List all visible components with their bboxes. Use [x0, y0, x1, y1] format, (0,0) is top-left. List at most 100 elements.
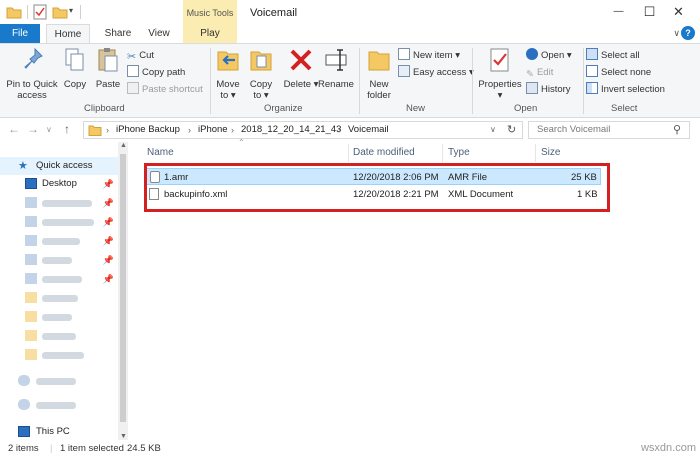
open-button[interactable]: Open ▾	[526, 48, 572, 64]
edit-button[interactable]: ✎ Edit	[526, 65, 553, 81]
paste-shortcut-icon	[127, 82, 139, 94]
desktop-icon	[25, 178, 37, 189]
address-bar[interactable]: › iPhone Backup › iPhone › 2018_12_20_14…	[83, 121, 523, 139]
organize-group-label: Organize	[264, 103, 303, 114]
breadcrumb-voicemail[interactable]: Voicemail	[348, 122, 389, 138]
new-item-icon	[398, 48, 410, 60]
blurred-folder-icon	[25, 349, 37, 360]
move-to-button[interactable]: Move to ▾	[213, 46, 243, 101]
cut-label: Cut	[139, 50, 155, 61]
copy-button[interactable]: Copy	[60, 46, 90, 90]
copy-to-button[interactable]: Copy to ▾	[246, 46, 276, 101]
highlight-box	[144, 163, 610, 212]
delete-button[interactable]: Delete ▾	[283, 46, 319, 90]
selected-size: 24.5 KB	[127, 443, 161, 454]
open-icon	[526, 48, 538, 60]
this-pc-label: This PC	[36, 426, 70, 437]
nav-blurred-item[interactable]	[0, 327, 118, 345]
scroll-down-icon[interactable]: ▼	[120, 433, 127, 440]
select-all-label: Select all	[601, 50, 640, 61]
nav-blurred-item[interactable]: 📌	[0, 194, 118, 212]
tab-share[interactable]: Share	[98, 24, 138, 43]
recent-dropdown-icon[interactable]: ∨	[46, 125, 52, 134]
address-dropdown-icon[interactable]: ∨	[490, 122, 496, 138]
column-header-size[interactable]: Size	[541, 147, 560, 158]
tab-home[interactable]: Home	[46, 24, 90, 43]
select-all-icon	[586, 48, 598, 60]
search-input[interactable]: Search Voicemail	[528, 121, 690, 139]
navigation-pane: ★ Quick access Desktop 📌 📌 📌 📌 📌 📌 This …	[0, 150, 128, 440]
edit-pencil-icon: ✎	[526, 69, 534, 80]
blurred-user-icon	[18, 399, 30, 410]
help-icon[interactable]: ?	[681, 26, 695, 40]
new-folder-button[interactable]: New folder	[362, 46, 396, 101]
select-all-button[interactable]: Select all	[586, 48, 640, 64]
paste-label: Paste	[95, 79, 121, 90]
nav-blurred-item[interactable]: 📌	[0, 251, 118, 269]
nav-scrollbar[interactable]: ▲ ▼	[118, 142, 128, 440]
refresh-icon[interactable]: ↻	[507, 122, 516, 138]
nav-blurred-item[interactable]: 📌	[0, 213, 118, 231]
blurred-folder-icon	[25, 197, 37, 208]
tab-view[interactable]: View	[140, 24, 178, 43]
properties-qa-icon[interactable]	[33, 4, 47, 20]
new-folder-line2: folder	[367, 90, 391, 101]
tab-play[interactable]: Play	[183, 24, 237, 43]
nav-desktop[interactable]: Desktop 📌	[0, 175, 118, 193]
rename-button[interactable]: Rename	[318, 46, 354, 90]
nav-this-pc[interactable]: This PC	[0, 423, 118, 441]
nav-blurred-item[interactable]	[0, 396, 118, 414]
blurred-cloud-icon	[18, 375, 30, 386]
up-arrow-icon[interactable]: ↑	[64, 122, 70, 136]
breadcrumb-iphone-backup[interactable]: iPhone Backup	[116, 122, 180, 138]
invert-selection-button[interactable]: Invert selection	[586, 82, 665, 98]
new-folder-qa-icon[interactable]	[52, 4, 68, 20]
properties-line2: ▾	[497, 90, 503, 101]
forward-arrow-icon[interactable]: →	[27, 122, 39, 136]
copy-icon	[65, 48, 84, 71]
pinned-icon: 📌	[102, 274, 114, 284]
nav-blurred-item[interactable]: 📌	[0, 270, 118, 288]
breadcrumb-iphone[interactable]: iPhone	[198, 122, 228, 138]
paste-button[interactable]: Paste	[93, 46, 123, 90]
paste-shortcut-button[interactable]: Paste shortcut	[127, 82, 203, 98]
easy-access-button[interactable]: Easy access ▾	[398, 65, 474, 81]
address-folder-icon	[88, 125, 102, 136]
properties-button[interactable]: Properties ▾	[475, 46, 525, 101]
column-header-name[interactable]: Name	[147, 147, 174, 158]
file-list: ⌃ Name Date modified Type Size 1.amr 12/…	[130, 138, 700, 440]
window-title: Voicemail	[250, 7, 298, 19]
pinned-icon: 📌	[102, 236, 114, 246]
rename-label: Rename	[318, 79, 354, 90]
open-group-label: Open	[514, 103, 538, 114]
cut-button[interactable]: ✂ Cut	[127, 48, 154, 64]
back-arrow-icon[interactable]: ←	[8, 122, 20, 136]
pin-to-quick-access-button[interactable]: Pin to Quick access	[3, 46, 61, 101]
copy-path-button[interactable]: Copy path	[127, 65, 185, 81]
nav-blurred-item[interactable]	[0, 346, 118, 364]
customize-qa-dropdown[interactable]: ▾	[69, 6, 73, 22]
new-folder-line1: New	[369, 79, 389, 90]
tab-file[interactable]: File	[0, 24, 40, 43]
nav-quick-access[interactable]: ★ Quick access	[0, 157, 118, 175]
collapse-ribbon-icon[interactable]: ∨	[673, 28, 680, 39]
paste-shortcut-label: Paste shortcut	[142, 84, 203, 95]
history-button[interactable]: History	[526, 82, 571, 98]
file-explorer-window: ▾ Music Tools Voicemail — ☐ ✕ File Home …	[0, 0, 700, 459]
music-tools-context-label: Music Tools	[183, 0, 237, 24]
nav-blurred-item[interactable]: 📌	[0, 232, 118, 250]
close-button[interactable]: ✕	[656, 0, 700, 24]
column-header-type[interactable]: Type	[448, 147, 470, 158]
nav-blurred-item[interactable]	[0, 308, 118, 326]
column-header-date-modified[interactable]: Date modified	[353, 147, 415, 158]
pinned-icon: 📌	[102, 179, 114, 189]
new-item-button[interactable]: New item ▾	[398, 48, 460, 64]
nav-scrollbar-thumb[interactable]	[120, 154, 126, 422]
address-row: ← → ∨ ↑ › iPhone Backup › iPhone › 2018_…	[0, 118, 700, 142]
select-none-button[interactable]: Select none	[586, 65, 651, 81]
breadcrumb-backup-date[interactable]: 2018_12_20_14_21_43	[241, 122, 341, 138]
nav-blurred-item[interactable]	[0, 289, 118, 307]
nav-blurred-item[interactable]	[0, 372, 118, 390]
scroll-up-icon[interactable]: ▲	[120, 142, 127, 149]
quick-access-label: Quick access	[36, 160, 93, 171]
